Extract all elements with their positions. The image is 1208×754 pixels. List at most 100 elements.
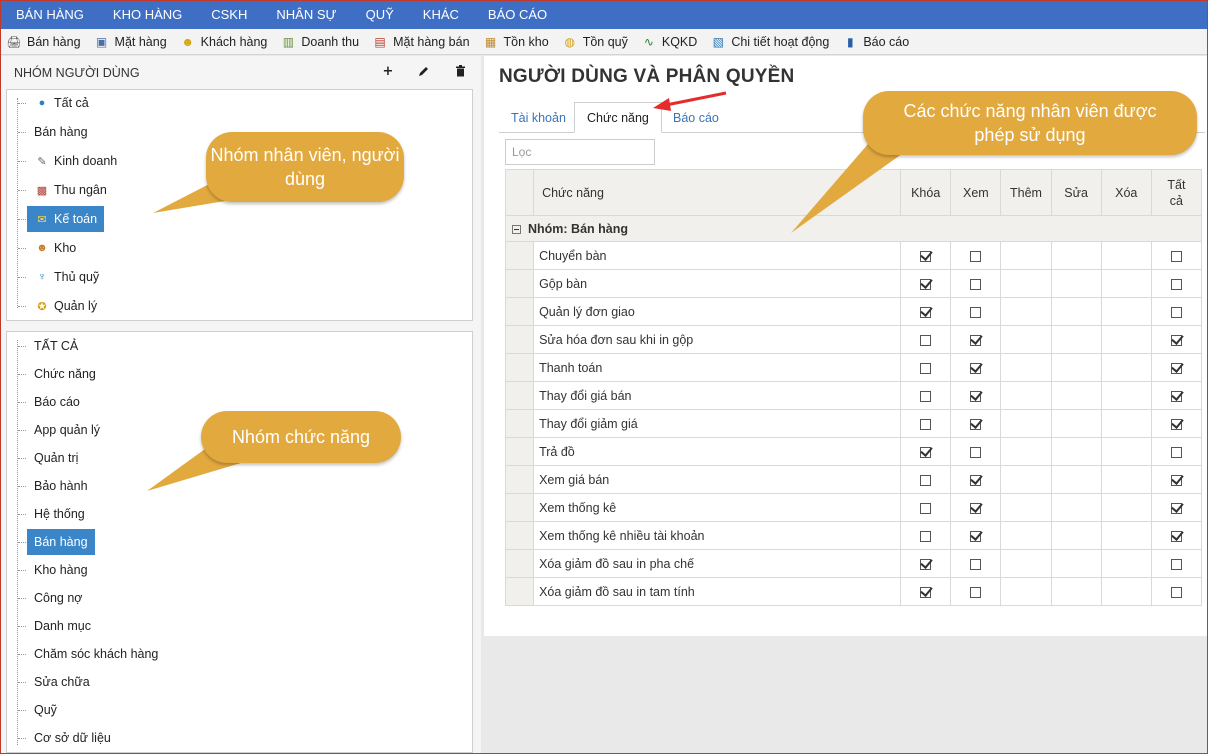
row-gutter[interactable] [504,409,535,438]
column-header-lock[interactable]: Khóa [900,169,952,216]
collapse-icon[interactable] [512,224,521,234]
tree-item[interactable]: Bán hàng [27,529,95,555]
tree-item[interactable]: Chăm sóc khách hàng [27,641,165,667]
row-gutter[interactable] [504,269,535,298]
tree-item[interactable]: ✉ Kế toán [27,206,105,232]
column-header-all[interactable]: Tất cả [1150,169,1203,216]
tree-item[interactable]: ♆ Thủ quỹ [27,264,106,290]
row-gutter[interactable] [504,241,535,270]
permission-checkbox[interactable] [920,334,932,346]
tree-item[interactable]: ▩ Thu ngân [27,177,114,203]
permission-checkbox[interactable] [1170,418,1182,430]
toolbar-item[interactable]: ∿ KQKD [636,29,705,55]
toolbar-item[interactable]: ☻ Khách hàng [175,29,276,55]
permission-checkbox[interactable] [970,474,982,486]
permission-checkbox[interactable] [970,334,982,346]
tree-item[interactable]: Quỹ [27,697,64,723]
permission-checkbox[interactable] [920,502,932,514]
group-cell[interactable]: Nhóm: Bán hàng [505,215,1202,242]
filter-input[interactable] [505,139,655,165]
row-gutter[interactable] [504,325,535,354]
nav-item[interactable]: BÁN HÀNG [1,1,98,29]
permission-checkbox[interactable] [970,278,982,290]
permission-checkbox[interactable] [1170,334,1182,346]
toolbar-item[interactable]: ▦ Tồn kho [478,29,557,55]
permission-checkbox[interactable] [1170,278,1182,290]
row-gutter[interactable] [504,381,535,410]
tab-accounts[interactable]: Tài khoản [499,102,578,133]
permission-checkbox[interactable] [920,586,932,598]
tree-item[interactable]: ✎ Kinh doanh [27,148,124,174]
tree-item[interactable]: Chức năng [27,361,103,387]
permission-checkbox[interactable] [970,418,982,430]
edit-group-button[interactable] [415,62,433,80]
toolbar-item[interactable]: ▧ Chi tiết hoạt động [705,29,837,55]
tab-functions[interactable]: Chức năng [574,102,662,133]
permission-checkbox[interactable] [970,390,982,402]
toolbar-item[interactable]: ▥ Doanh thu [275,29,367,55]
permission-checkbox[interactable] [1170,390,1182,402]
permission-checkbox[interactable] [970,530,982,542]
column-header-delete[interactable]: Xóa [1100,169,1152,216]
column-header-function[interactable]: Chức năng [533,169,902,216]
permission-checkbox[interactable] [920,362,932,374]
column-header-add[interactable]: Thêm [1000,169,1052,216]
permission-checkbox[interactable] [920,446,932,458]
permission-checkbox[interactable] [970,306,982,318]
row-gutter[interactable] [504,549,535,578]
tree-item[interactable]: TẤT CẢ [27,333,85,359]
tree-item[interactable]: Cơ sở dữ liệu [27,725,118,751]
tree-item[interactable]: ☻ Kho [27,235,83,261]
row-gutter[interactable] [504,521,535,550]
add-group-button[interactable]: + [379,62,397,80]
nav-item[interactable]: QUỸ [351,1,408,29]
group-row[interactable]: Nhóm: Bán hàng [505,215,1202,242]
permission-checkbox[interactable] [920,558,932,570]
delete-group-button[interactable] [451,62,469,80]
permission-checkbox[interactable] [1170,250,1182,262]
column-header-view[interactable]: Xem [950,169,1002,216]
row-gutter[interactable] [504,297,535,326]
permission-checkbox[interactable] [1170,306,1182,318]
permission-checkbox[interactable] [1170,474,1182,486]
tree-item[interactable]: Danh mục [27,613,98,639]
tab-reports[interactable]: Báo cáo [661,102,731,133]
tree-item[interactable]: Hệ thống [27,501,92,527]
permission-checkbox[interactable] [1170,530,1182,542]
toolbar-item[interactable]: ▣ Mặt hàng [89,29,175,55]
permission-checkbox[interactable] [970,362,982,374]
row-gutter[interactable] [504,493,535,522]
nav-item[interactable]: BÁO CÁO [473,1,561,29]
permission-checkbox[interactable] [920,306,932,318]
toolbar-item[interactable]: ▤ Mặt hàng bán [367,29,477,55]
permission-checkbox[interactable] [970,558,982,570]
tree-item[interactable]: ● Tất cả [27,90,96,116]
nav-item[interactable]: KHO HÀNG [98,1,196,29]
row-gutter[interactable] [504,465,535,494]
nav-item[interactable]: KHÁC [408,1,473,29]
permission-checkbox[interactable] [920,530,932,542]
permission-checkbox[interactable] [1170,502,1182,514]
tree-item[interactable]: Sửa chữa [27,669,97,695]
permission-checkbox[interactable] [920,474,932,486]
permission-checkbox[interactable] [970,250,982,262]
toolbar-item[interactable]: ◍ Tồn quỹ [557,29,636,55]
nav-item[interactable]: CSKH [196,1,261,29]
tree-item[interactable]: Quản trị [27,445,85,471]
nav-item[interactable]: NHÂN SỰ [261,1,350,29]
permission-checkbox[interactable] [920,390,932,402]
toolbar-item[interactable]: 🖨 Bán hàng [1,29,89,55]
row-gutter[interactable] [504,353,535,382]
column-header-edit[interactable]: Sửa [1050,169,1102,216]
row-gutter[interactable] [504,437,535,466]
tree-item[interactable]: Bán hàng [27,119,95,145]
tree-item[interactable]: Kho hàng [27,557,95,583]
permission-checkbox[interactable] [920,418,932,430]
row-gutter[interactable] [504,577,535,606]
permission-checkbox[interactable] [970,446,982,458]
permission-checkbox[interactable] [920,250,932,262]
tree-item[interactable]: Bảo hành [27,473,95,499]
tree-item[interactable]: Công nợ [27,585,90,611]
permission-checkbox[interactable] [970,586,982,598]
permission-checkbox[interactable] [920,278,932,290]
